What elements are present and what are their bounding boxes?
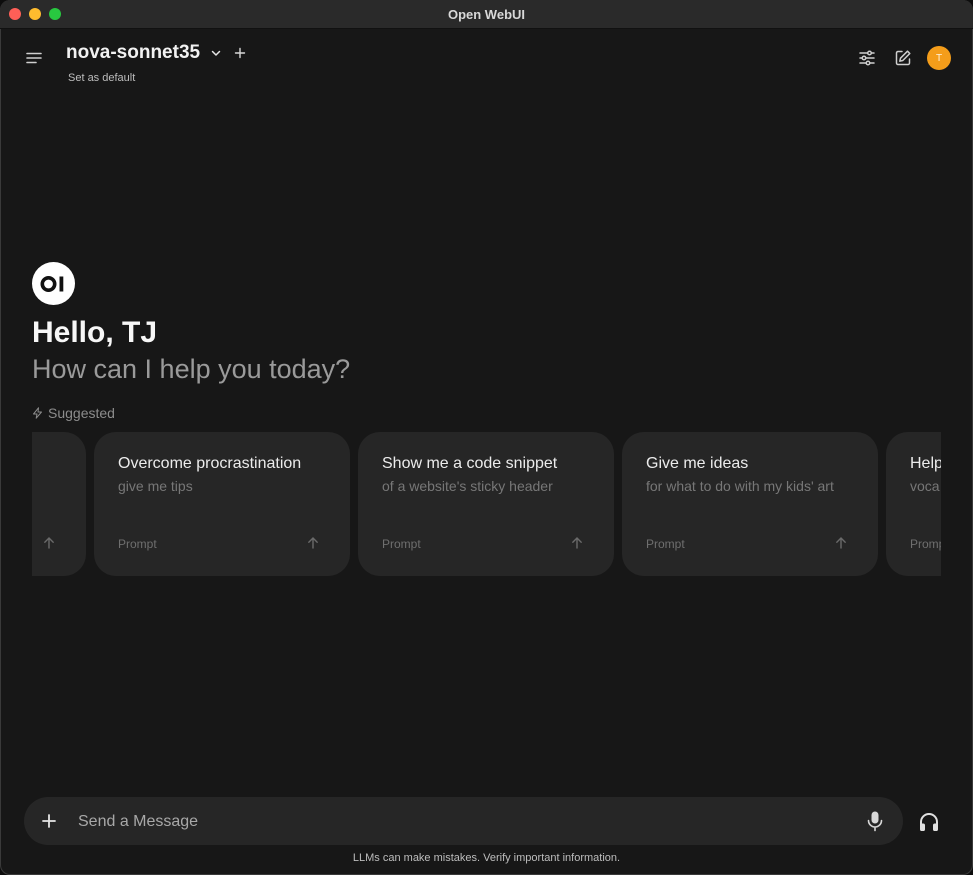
maximize-window-button[interactable] [49,8,61,20]
suggestion-subtitle: voca exam [910,478,941,494]
arrow-up-icon [836,537,846,549]
suggestion-title: Help [910,455,941,472]
suggestions-carousel[interactable]: Overcome procrastination give me tips Pr… [32,432,941,576]
suggestion-card[interactable]: Overcome procrastination give me tips Pr… [94,432,350,576]
pencil-square-icon [895,50,911,66]
greeting-title: Hello, TJ [32,316,158,349]
voice-mode-button[interactable] [917,810,941,834]
suggestion-subtitle: give me tips [118,478,193,494]
suggestions-track: Overcome procrastination give me tips Pr… [32,432,941,576]
model-dropdown-button[interactable] [208,45,224,61]
controls-button[interactable] [855,46,879,70]
new-chat-button[interactable] [891,46,915,70]
plus-icon [234,47,246,59]
suggestion-subtitle: of a website's sticky header [382,478,553,494]
microphone-icon [867,811,883,832]
suggestion-subtitle: for what to do with my kids' art [646,478,834,494]
plus-icon [42,814,56,828]
arrow-up-icon [308,537,318,549]
suggestion-title: Show me a code snippet [382,455,558,472]
headphones-icon [920,813,938,831]
attach-button[interactable] [40,812,58,830]
close-window-button[interactable] [9,8,21,20]
header-actions: T [855,46,951,70]
suggestion-card[interactable]: Help voca exam Promp [886,432,941,576]
suggested-text: Suggested [48,405,115,421]
suggestion-prompt-label: Promp [910,537,941,551]
suggestion-card[interactable] [32,432,86,576]
sliders-icon [859,50,875,66]
window-controls [9,8,61,20]
model-selector: nova-sonnet35 [66,42,248,64]
suggested-label: Suggested [32,405,115,421]
voice-input-button[interactable] [865,810,885,832]
title-bar: Open WebUI [0,0,973,29]
disclaimer-text: LLMs can make mistakes. Verify important… [352,852,621,864]
suggestion-card[interactable]: Show me a code snippet of a website's st… [358,432,614,576]
add-model-button[interactable] [232,45,248,61]
chevron-down-icon [211,50,221,56]
suggestion-title: Overcome procrastination [118,455,302,472]
app-logo [32,262,75,305]
arrow-up-icon [44,537,54,549]
model-name[interactable]: nova-sonnet35 [66,42,200,64]
suggestion-title: Give me ideas [646,455,749,472]
suggestion-card[interactable]: Give me ideas for what to do with my kid… [622,432,878,576]
suggestion-prompt-label: Prompt [646,537,685,551]
window-title: Open WebUI [447,6,526,22]
message-composer [24,797,903,845]
sidebar-toggle-button[interactable] [24,48,44,68]
app-window: Open WebUI nova-sonnet35 Set as default [0,0,973,875]
user-avatar[interactable]: T [927,46,951,70]
arrow-up-icon [572,537,582,549]
suggestion-prompt-label: Prompt [118,537,157,551]
message-input[interactable] [76,805,860,839]
set-as-default-button[interactable]: Set as default [68,72,135,84]
open-webui-logo-icon [40,275,63,292]
hamburger-menu-icon [26,52,42,64]
lightning-bolt-icon [33,407,42,419]
minimize-window-button[interactable] [29,8,41,20]
suggestion-prompt-label: Prompt [382,537,421,551]
greeting-subtitle: How can I help you today? [32,354,351,384]
